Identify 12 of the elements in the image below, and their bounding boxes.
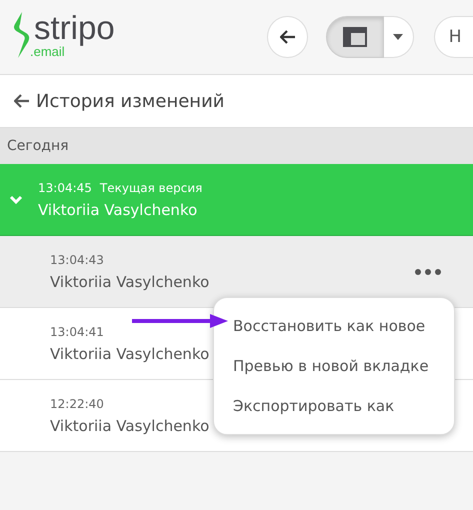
logo-text: stripo <box>34 10 115 46</box>
version-time: 12:22:40 <box>50 396 104 410</box>
version-time: 13:04:45 <box>38 180 92 194</box>
group-header: Сегодня <box>0 128 473 164</box>
version-author: Viktoriia Vasylchenko <box>50 416 210 434</box>
version-author: Viktoriia Vasylchenko <box>38 200 198 218</box>
logo-subtext: .email <box>30 46 65 58</box>
version-author: Viktoriia Vasylchenko <box>50 272 210 290</box>
version-tag: Текущая версия <box>100 180 202 194</box>
version-author: Viktoriia Vasylchenko <box>50 344 210 362</box>
version-time: 13:04:41 <box>50 324 104 338</box>
version-time: 13:04:43 <box>50 252 104 266</box>
